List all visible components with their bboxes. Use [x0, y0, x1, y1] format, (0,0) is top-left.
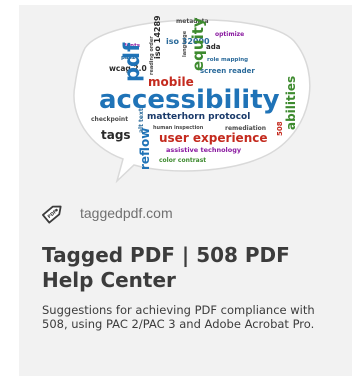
result-description: Suggestions for achieving PDF compliance… — [42, 303, 315, 331]
result-card[interactable]: metadata optimize ada role mapping scree… — [19, 5, 352, 376]
word-matterhorn: matterhorn protocol — [147, 112, 250, 122]
result-title[interactable]: Tagged PDF | 508 PDF Help Center — [42, 243, 322, 293]
hero-image[interactable]: metadata optimize ada role mapping scree… — [19, 5, 352, 188]
site-row[interactable]: PDF taggedpdf.com — [41, 201, 173, 225]
word-tags: tags — [101, 128, 131, 142]
word-abilities: abilities — [284, 76, 298, 130]
word-508: 508 — [276, 121, 284, 136]
word-reflow: reflow — [138, 128, 152, 170]
word-optimize: optimize — [215, 31, 244, 38]
word-pdf: pdf — [120, 42, 144, 82]
word-cloud-image: metadata optimize ada role mapping scree… — [73, 15, 311, 184]
word-screen-reader: screen reader — [200, 67, 255, 75]
word-role-mapping: role mapping — [207, 57, 248, 63]
word-color-contrast: color contrast — [159, 157, 206, 164]
word-reading-order: reading order — [149, 36, 155, 75]
word-user-experience: user experience — [159, 131, 268, 145]
word-checkpoint: checkpoint — [91, 116, 128, 123]
pdf-tag-icon: PDF — [41, 201, 65, 225]
site-name[interactable]: taggedpdf.com — [80, 205, 173, 221]
word-accessibility: accessibility — [99, 85, 280, 115]
word-equity: equity — [189, 17, 207, 71]
word-assistive-technology: assistive technology — [166, 146, 242, 154]
